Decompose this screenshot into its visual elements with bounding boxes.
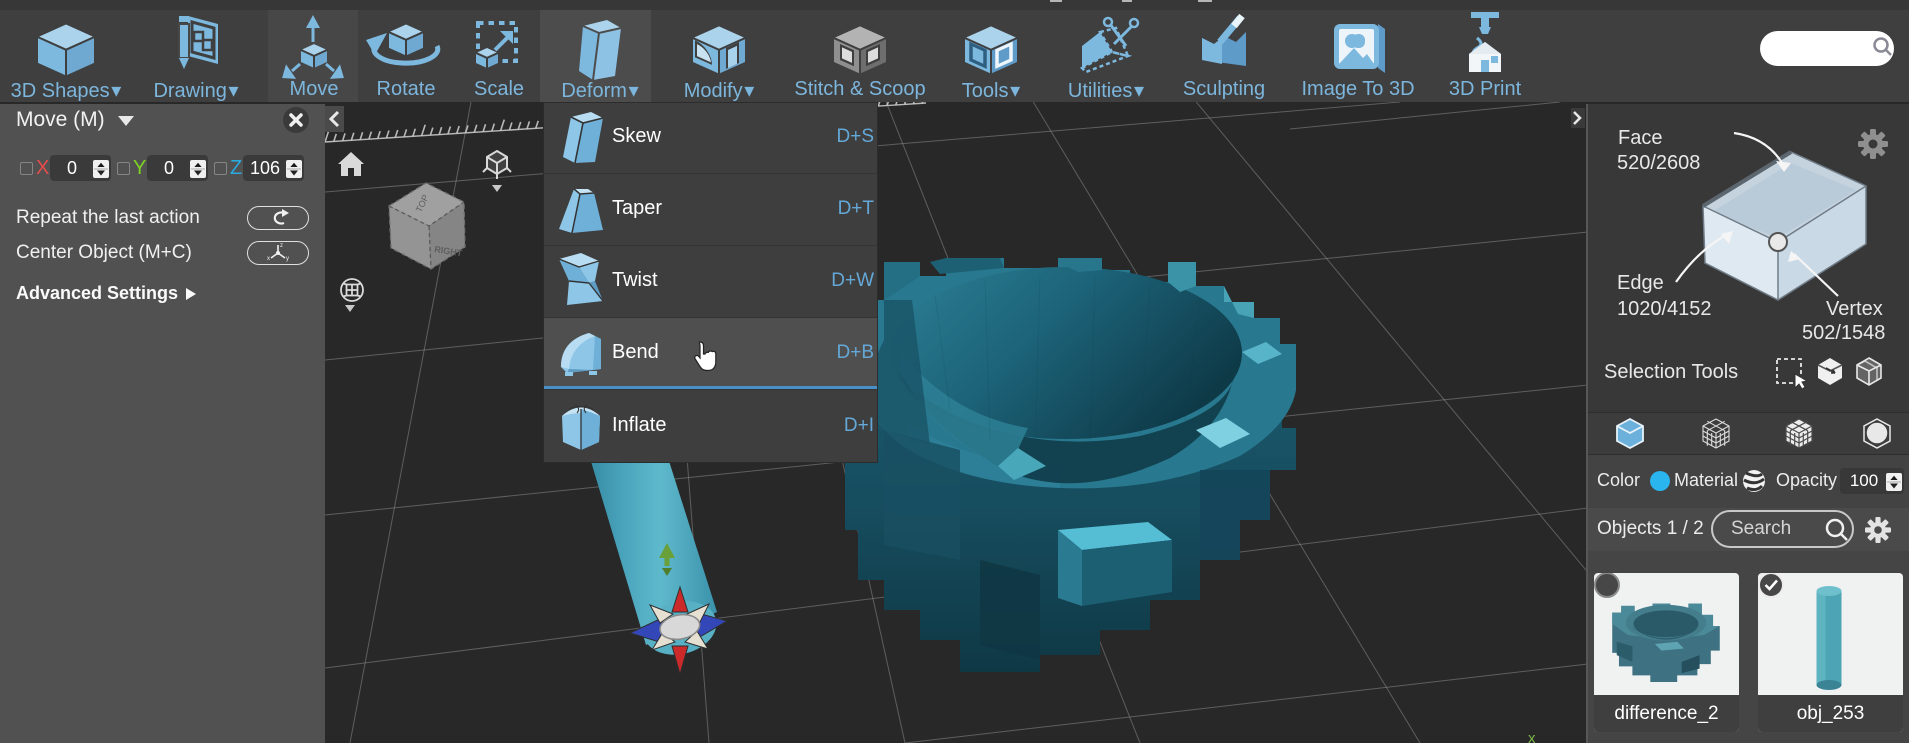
svg-text:z: z (280, 243, 283, 249)
svg-text:x: x (1528, 730, 1536, 743)
svg-text:x: x (267, 256, 270, 262)
svg-text:y: y (286, 256, 289, 262)
